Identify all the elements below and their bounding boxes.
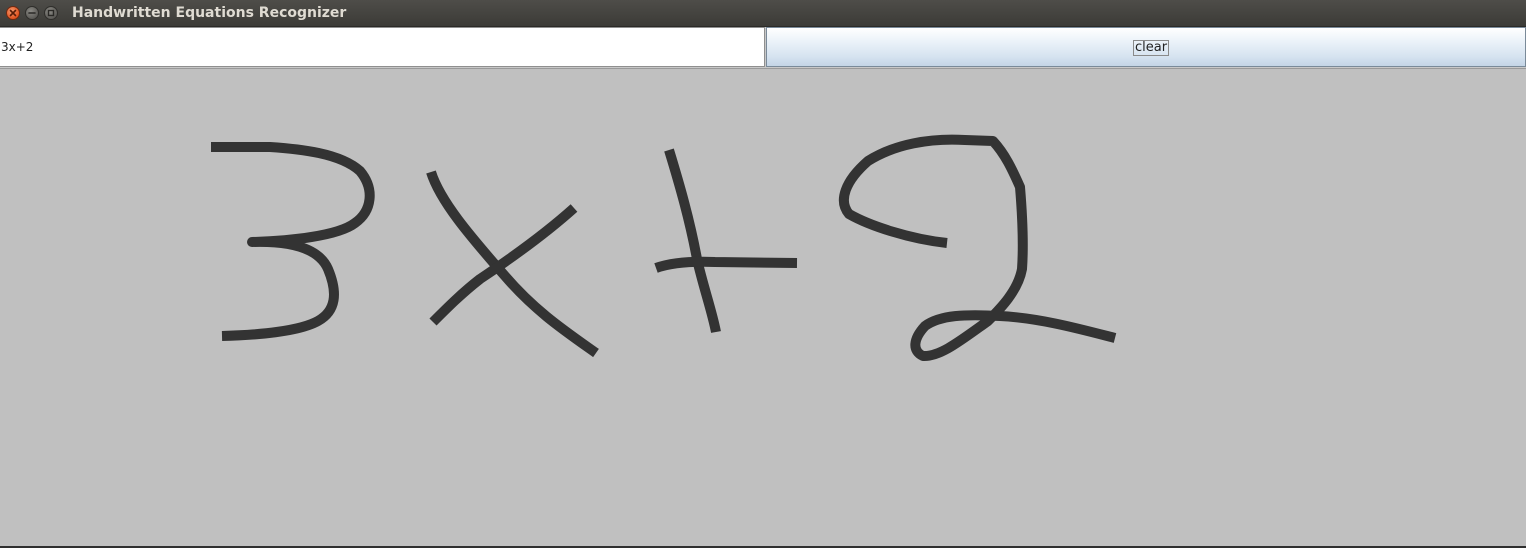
top-panel: clear bbox=[0, 27, 1526, 68]
stroke-digit-2 bbox=[838, 134, 1117, 361]
drawing-canvas[interactable] bbox=[0, 68, 1526, 546]
stroke-letter-x-1 bbox=[426, 170, 599, 358]
app-window: Handwritten Equations Recognizer clear bbox=[0, 0, 1526, 548]
minimize-window-button[interactable] bbox=[25, 6, 39, 20]
close-icon bbox=[9, 9, 17, 17]
recognized-equation-field[interactable] bbox=[0, 27, 765, 67]
handwriting-strokes bbox=[211, 134, 1117, 361]
clear-button[interactable]: clear bbox=[766, 27, 1526, 67]
window-title: Handwritten Equations Recognizer bbox=[72, 5, 347, 21]
title-bar[interactable]: Handwritten Equations Recognizer bbox=[0, 0, 1526, 27]
stroke-digit-3 bbox=[211, 142, 375, 341]
maximize-window-button[interactable] bbox=[44, 6, 58, 20]
stroke-letter-x-2 bbox=[429, 204, 578, 326]
clear-button-label: clear bbox=[1133, 40, 1170, 56]
close-window-button[interactable] bbox=[6, 6, 20, 20]
stroke-plus-vertical bbox=[664, 148, 721, 333]
stroke-plus-horizontal bbox=[654, 256, 798, 273]
minimize-icon bbox=[28, 12, 36, 14]
maximize-icon bbox=[47, 9, 55, 17]
